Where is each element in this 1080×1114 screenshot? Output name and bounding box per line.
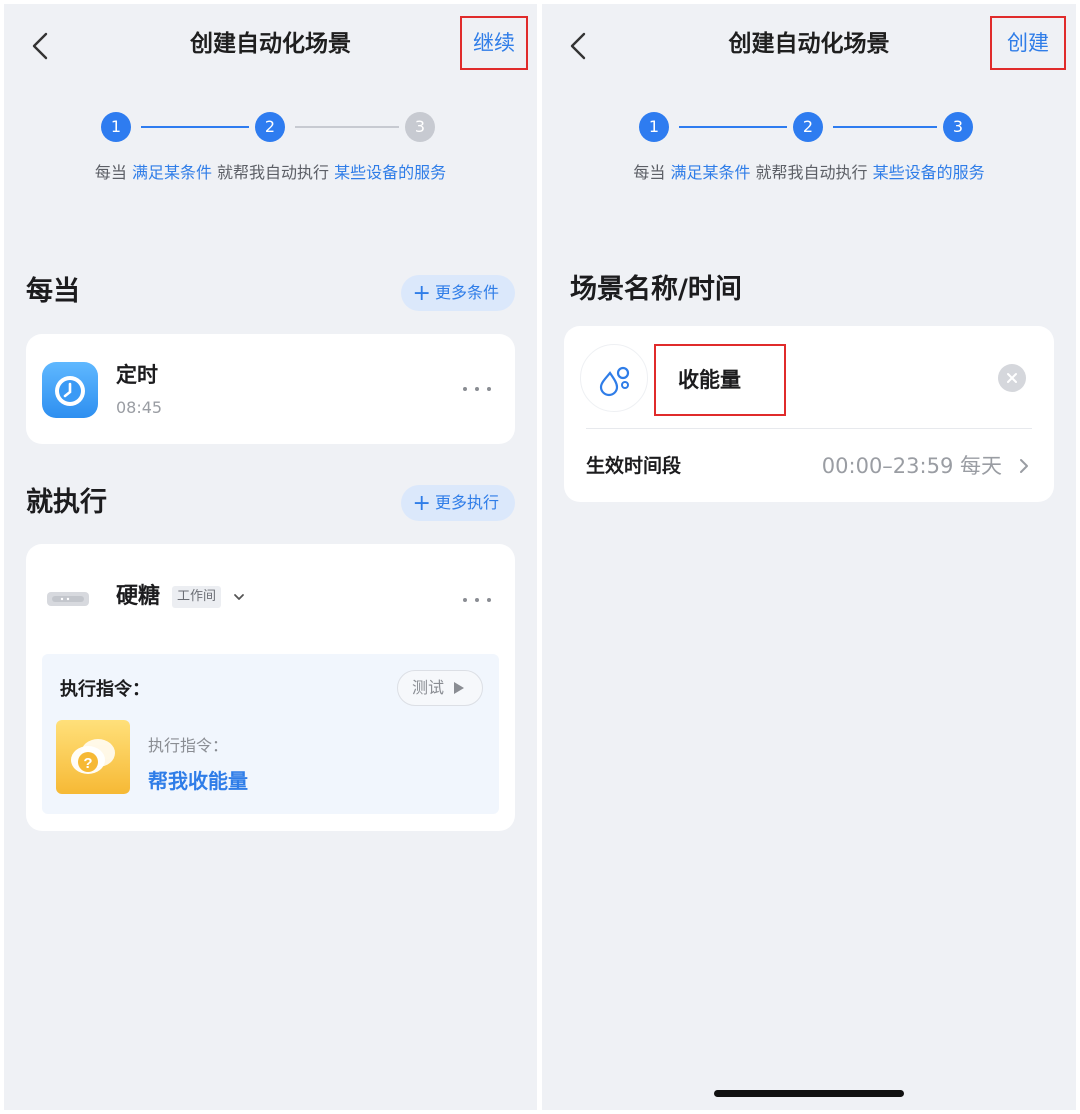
- step-1: 1: [639, 112, 669, 142]
- step-connector: [679, 126, 787, 128]
- step-2: 2: [793, 112, 823, 142]
- chevron-right-icon[interactable]: [1016, 456, 1032, 476]
- alarm-clock-icon: [42, 362, 98, 418]
- step-1: 1: [101, 112, 131, 142]
- test-label: 测试: [412, 678, 445, 697]
- right-screen: 创建自动化场景 创建 1 2 3 每当 满足某条件 就帮我自动执行 某些设备的服…: [542, 4, 1076, 1110]
- trigger-card[interactable]: 定时 08:45: [26, 334, 515, 444]
- step-3: 3: [405, 112, 435, 142]
- step-connector: [833, 126, 937, 128]
- header: 创建自动化场景 创建: [542, 4, 1076, 84]
- add-action-label: 更多执行: [434, 493, 499, 512]
- chevron-down-icon[interactable]: [232, 590, 246, 604]
- speaker-device-icon: [47, 592, 89, 606]
- test-button[interactable]: 测试: [397, 670, 483, 706]
- add-action-button[interactable]: + 更多执行: [400, 485, 515, 521]
- add-condition-button[interactable]: + 更多条件: [400, 275, 515, 311]
- command-label: 执行指令：: [60, 679, 150, 700]
- step-indicator: 1 2 3: [639, 110, 979, 144]
- divider: [586, 428, 1032, 429]
- home-indicator[interactable]: [714, 1090, 904, 1097]
- when-section-title: 每当: [26, 276, 80, 307]
- step-connector: [295, 126, 399, 128]
- question-bubble-icon: ?: [56, 720, 130, 794]
- desc-highlight-condition: 满足某条件: [131, 163, 212, 182]
- more-options-icon[interactable]: [463, 596, 491, 604]
- add-condition-label: 更多条件: [434, 283, 499, 302]
- water-drops-icon[interactable]: [580, 344, 648, 412]
- plus-icon: +: [412, 281, 431, 306]
- step-indicator: 1 2 3: [101, 110, 441, 144]
- desc-text: 就帮我自动执行: [750, 163, 873, 182]
- desc-highlight-service: 某些设备的服务: [334, 163, 447, 182]
- plus-icon: +: [412, 491, 431, 516]
- trigger-time: 08:45: [116, 398, 163, 417]
- step-2: 2: [255, 112, 285, 142]
- clear-icon[interactable]: [998, 364, 1026, 392]
- desc-text: 就帮我自动执行: [211, 163, 335, 182]
- then-section-title: 就执行: [26, 487, 107, 518]
- step-3: 3: [943, 112, 973, 142]
- flow-description: 每当 满足某条件 就帮我自动执行 某些设备的服务: [542, 158, 1076, 188]
- scene-name: 收能量: [678, 368, 741, 392]
- command-value[interactable]: 帮我收能量: [148, 766, 248, 796]
- create-button[interactable]: 创建: [990, 16, 1066, 70]
- step-connector: [141, 126, 249, 128]
- continue-button[interactable]: 继续: [460, 16, 528, 70]
- svg-text:?: ?: [83, 755, 92, 772]
- page-title: 创建自动化场景: [190, 31, 351, 57]
- left-screen: 创建自动化场景 继续 1 2 3 每当 满足某条件 就帮我自动执行 某些设备的服…: [4, 4, 537, 1110]
- command-sub-label: 执行指令：: [148, 736, 229, 755]
- action-card: 硬糖 工作间 执行指令： 测试 ? 执行指令： 帮我收能量: [26, 544, 515, 831]
- desc-text: 每当: [94, 163, 132, 182]
- time-range-label: 生效时间段: [586, 455, 682, 477]
- scene-card: 收能量 生效时间段 00:00–23:59 每天: [564, 326, 1054, 502]
- trigger-title: 定时: [116, 363, 158, 387]
- desc-highlight-condition: 满足某条件: [670, 163, 751, 182]
- desc-highlight-service: 某些设备的服务: [872, 163, 985, 182]
- header: 创建自动化场景 继续: [4, 4, 537, 84]
- desc-text: 每当: [633, 163, 671, 182]
- more-options-icon[interactable]: [463, 385, 491, 393]
- time-range-value[interactable]: 00:00–23:59 每天: [822, 450, 1002, 482]
- play-icon: [454, 682, 464, 694]
- flow-description: 每当 满足某条件 就帮我自动执行 某些设备的服务: [4, 158, 537, 188]
- room-tag[interactable]: 工作间: [172, 586, 222, 608]
- device-name: 硬糖: [116, 584, 161, 609]
- scene-name-input[interactable]: 收能量: [654, 344, 786, 416]
- scene-section-title: 场景名称/时间: [570, 274, 742, 305]
- command-panel: 执行指令： 测试 ? 执行指令： 帮我收能量: [42, 654, 499, 814]
